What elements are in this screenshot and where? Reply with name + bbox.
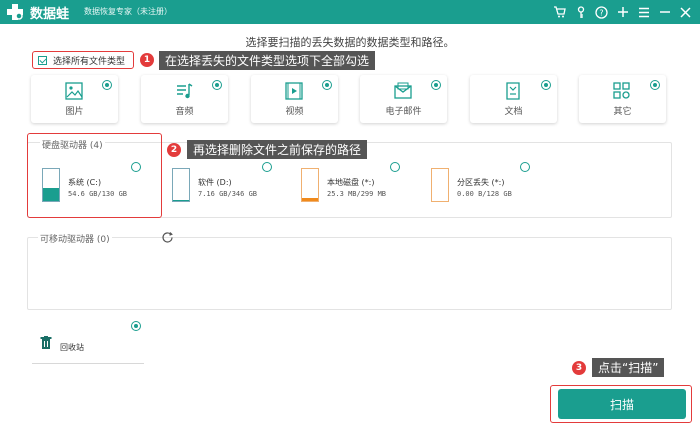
email-icon (394, 82, 412, 99)
file-type-card-email[interactable]: 电子邮件 (360, 75, 447, 123)
drive-c-radio[interactable] (131, 162, 141, 172)
minimize-icon[interactable] (654, 2, 675, 22)
file-type-label: 图片 (65, 107, 84, 117)
radio-checked-icon[interactable] (322, 80, 332, 90)
callout-label: 再选择删除文件之前保存的路径 (187, 140, 368, 159)
drive-disk-icon (431, 168, 449, 202)
scan-button[interactable]: 扫描 (558, 389, 686, 419)
callout-number: 1 (140, 53, 154, 67)
recycle-bin-item[interactable]: 回收站 (32, 330, 144, 360)
drive-d[interactable]: 软件 (D:) 7.16 GB/346 GB (172, 168, 292, 204)
file-type-label: 电子邮件 (385, 107, 422, 117)
close-icon[interactable] (675, 2, 696, 22)
drive-lost-partition[interactable]: 分区丢失 (*:) 0.00 B/128 GB (431, 168, 551, 204)
removable-title: 可移动驱动器 (0) (38, 232, 112, 245)
callout-number: 2 (167, 143, 181, 157)
instruction-text: 选择要扫描的丢失数据的数据类型和路径。 (245, 36, 455, 49)
drive-disk-icon (42, 168, 60, 202)
refresh-icon[interactable] (161, 231, 174, 244)
menu-icon[interactable] (633, 2, 654, 22)
file-type-card-image[interactable]: 图片 (31, 75, 118, 123)
select-all-label: 选择所有文件类型 (53, 56, 126, 67)
help-icon[interactable]: ? (591, 2, 612, 22)
drive-name: 软件 (D:) (198, 178, 232, 187)
callout-label: 在选择丢失的文件类型选项下全部勾选 (159, 51, 376, 70)
trash-icon (40, 336, 52, 349)
svg-text:?: ? (599, 8, 603, 17)
divider (32, 363, 144, 364)
file-type-row: 图片 音频 视频 电子邮件 文档 其它 (31, 75, 671, 123)
checkbox-checked-icon (38, 55, 47, 65)
removable-section (27, 237, 672, 310)
drive-d-radio[interactable] (262, 162, 272, 172)
drive-c[interactable]: 系统 (C:) 54.6 GB/130 GB (42, 168, 162, 204)
callout-number: 3 (572, 361, 586, 375)
drive-usage-fill (173, 200, 189, 201)
other-icon (613, 82, 630, 99)
drive-local-radio[interactable] (390, 162, 400, 172)
audio-icon (177, 83, 193, 99)
hard-drive-title: 硬盘驱动器 (4) (40, 138, 105, 151)
recycle-bin-label: 回收站 (60, 343, 84, 352)
radio-checked-icon[interactable] (541, 80, 551, 90)
drive-size: 25.3 MB/299 MB (327, 190, 387, 198)
drive-lost-radio[interactable] (520, 162, 530, 172)
image-icon (65, 82, 83, 100)
drive-disk-icon (301, 168, 319, 202)
file-type-card-video[interactable]: 视频 (251, 75, 338, 123)
file-type-card-document[interactable]: 文档 (470, 75, 557, 123)
drive-name: 系统 (C:) (68, 178, 102, 187)
drive-size: 7.16 GB/346 GB (198, 190, 258, 198)
file-type-card-other[interactable]: 其它 (579, 75, 666, 123)
document-icon (506, 82, 520, 100)
drive-usage-fill (43, 187, 59, 201)
plus-icon[interactable] (612, 2, 633, 22)
key-icon[interactable] (570, 2, 591, 22)
radio-checked-icon[interactable] (102, 80, 112, 90)
drive-name: 本地磁盘 (*:) (327, 178, 375, 187)
callout-label: 点击“扫描” (592, 358, 665, 377)
file-type-label: 其它 (613, 107, 632, 117)
drive-disk-icon (172, 168, 190, 202)
file-type-label: 文档 (504, 107, 523, 117)
cart-icon[interactable] (549, 2, 570, 22)
drive-local[interactable]: 本地磁盘 (*:) 25.3 MB/299 MB (301, 168, 421, 204)
app-subtitle: 数据恢复专家（未注册） (84, 7, 172, 16)
app-logo-icon (7, 4, 23, 20)
drive-usage-fill (302, 198, 318, 201)
video-icon (285, 82, 303, 100)
select-all-checkbox[interactable]: 选择所有文件类型 (32, 51, 134, 69)
recycle-bin-radio[interactable] (131, 321, 141, 331)
drive-size: 54.6 GB/130 GB (68, 190, 128, 198)
file-type-label: 音频 (175, 107, 194, 117)
drive-name: 分区丢失 (*:) (457, 178, 505, 187)
title-bar: 数据蛙 数据恢复专家（未注册） ? (0, 0, 700, 24)
radio-checked-icon[interactable] (650, 80, 660, 90)
radio-checked-icon[interactable] (212, 80, 222, 90)
drive-size: 0.00 B/128 GB (457, 190, 512, 198)
file-type-card-audio[interactable]: 音频 (141, 75, 228, 123)
app-name: 数据蛙 (30, 7, 70, 22)
radio-checked-icon[interactable] (431, 80, 441, 90)
file-type-label: 视频 (285, 107, 304, 117)
